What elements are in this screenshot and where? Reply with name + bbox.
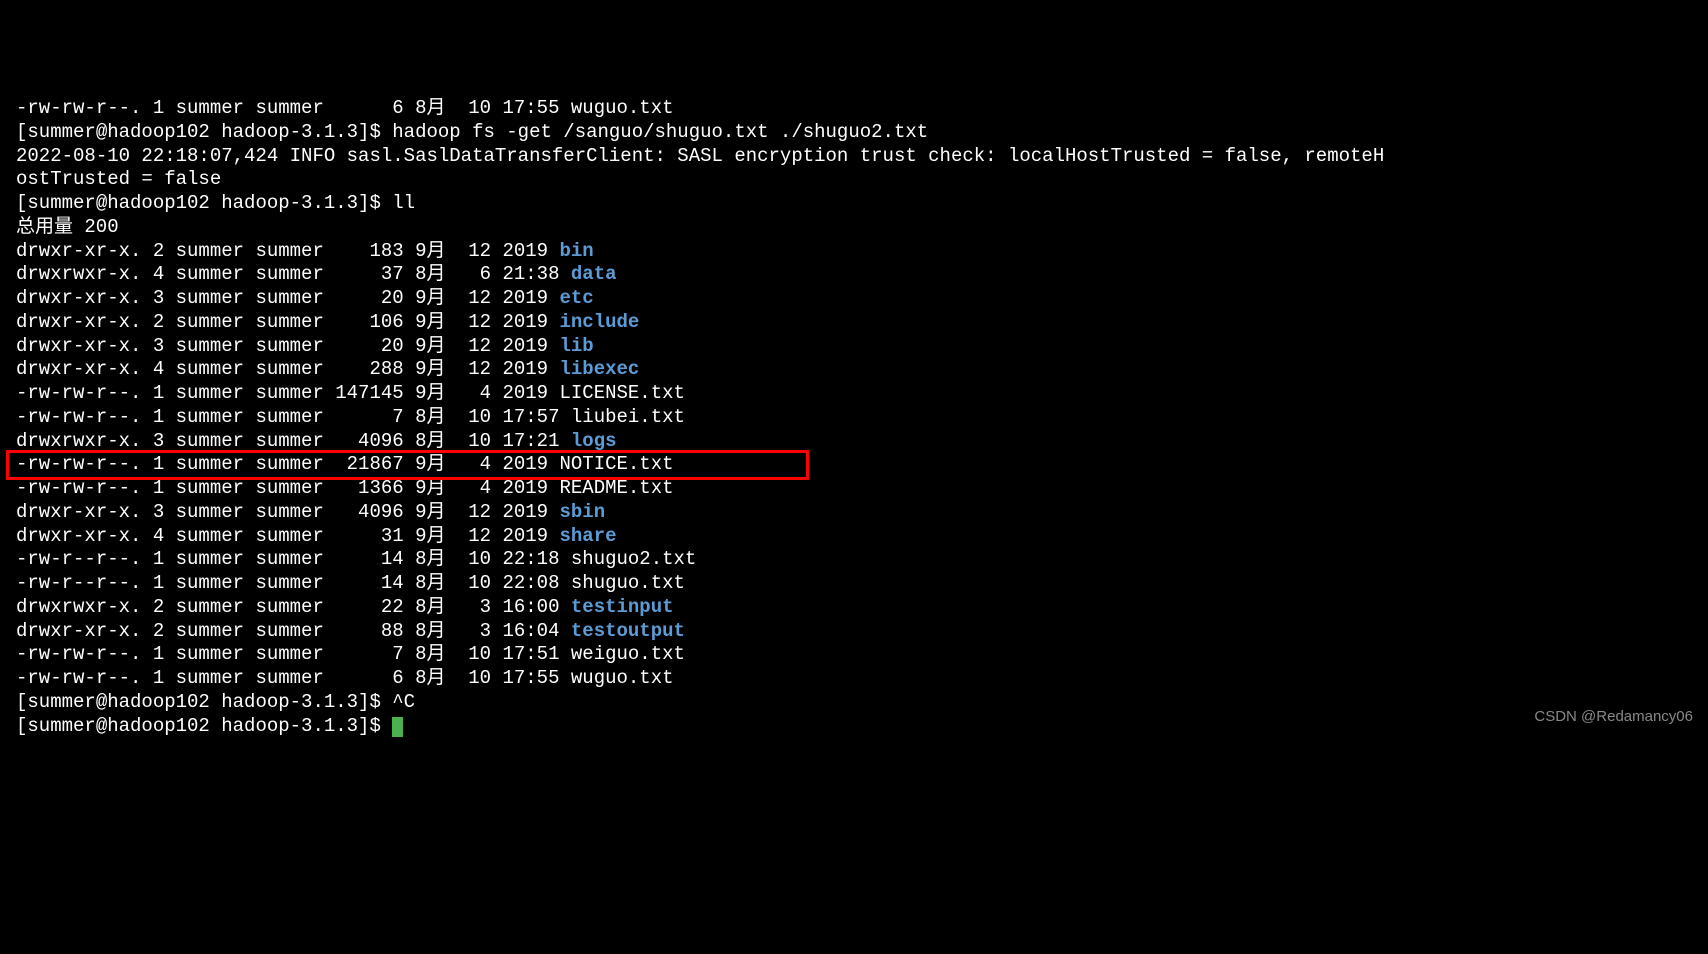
file-meta: drwxrwxr-x. 3 summer summer 4096 8月 10 1… (16, 430, 571, 452)
shell-prompt: [summer@hadoop102 hadoop-3.1.3]$ (16, 715, 392, 737)
directory-name: sbin (560, 501, 606, 523)
directory-name: testoutput (571, 620, 685, 642)
file-meta: drwxr-xr-x. 2 summer summer 183 9月 12 20… (16, 240, 560, 262)
file-meta: drwxr-xr-x. 3 summer summer 4096 9月 12 2… (16, 501, 560, 523)
terminal-line: -rw-rw-r--. 1 summer summer 1366 9月 4 20… (16, 477, 1692, 501)
directory-name: logs (571, 430, 617, 452)
terminal-line: [summer@hadoop102 hadoop-3.1.3]$ hadoop … (16, 121, 1692, 145)
terminal-line: 总用量 200 (16, 216, 1692, 240)
directory-name: include (560, 311, 640, 333)
file-meta: drwxr-xr-x. 4 summer summer 31 9月 12 201… (16, 525, 560, 547)
terminal-line: drwxr-xr-x. 2 summer summer 88 8月 3 16:0… (16, 620, 1692, 644)
terminal-line: -rw-rw-r--. 1 summer summer 6 8月 10 17:5… (16, 667, 1692, 691)
terminal-line: [summer@hadoop102 hadoop-3.1.3]$ (16, 715, 1692, 739)
cursor-icon[interactable] (392, 717, 403, 737)
terminal-line: -rw-rw-r--. 1 summer summer 147145 9月 4 … (16, 382, 1692, 406)
directory-name: bin (560, 240, 594, 262)
file-meta: drwxr-xr-x. 2 summer summer 88 8月 3 16:0… (16, 620, 571, 642)
terminal-line: drwxrwxr-x. 3 summer summer 4096 8月 10 1… (16, 430, 1692, 454)
terminal-line: drwxr-xr-x. 2 summer summer 183 9月 12 20… (16, 240, 1692, 264)
terminal-line: drwxr-xr-x. 4 summer summer 288 9月 12 20… (16, 358, 1692, 382)
terminal-output[interactable]: -rw-rw-r--. 1 summer summer 6 8月 10 17:5… (0, 95, 1708, 740)
terminal-line: drwxr-xr-x. 3 summer summer 20 9月 12 201… (16, 287, 1692, 311)
terminal-line: drwxr-xr-x. 3 summer summer 4096 9月 12 2… (16, 501, 1692, 525)
terminal-line: -rw-rw-r--. 1 summer summer 21867 9月 4 2… (16, 453, 1692, 477)
watermark-text: CSDN @Redamancy06 (1534, 708, 1693, 727)
terminal-line: drwxr-xr-x. 3 summer summer 20 9月 12 201… (16, 335, 1692, 359)
terminal-line: -rw-rw-r--. 1 summer summer 6 8月 10 17:5… (16, 97, 1692, 121)
file-meta: drwxr-xr-x. 4 summer summer 288 9月 12 20… (16, 358, 560, 380)
file-meta: drwxr-xr-x. 3 summer summer 20 9月 12 201… (16, 287, 560, 309)
terminal-line: -rw-rw-r--. 1 summer summer 7 8月 10 17:5… (16, 643, 1692, 667)
terminal-line: drwxrwxr-x. 2 summer summer 22 8月 3 16:0… (16, 596, 1692, 620)
directory-name: libexec (560, 358, 640, 380)
directory-name: etc (560, 287, 594, 309)
terminal-line: [summer@hadoop102 hadoop-3.1.3]$ ll (16, 192, 1692, 216)
terminal-line: drwxr-xr-x. 4 summer summer 31 9月 12 201… (16, 525, 1692, 549)
terminal-line: [summer@hadoop102 hadoop-3.1.3]$ ^C (16, 691, 1692, 715)
terminal-line: 2022-08-10 22:18:07,424 INFO sasl.SaslDa… (16, 145, 1692, 169)
file-meta: drwxr-xr-x. 2 summer summer 106 9月 12 20… (16, 311, 560, 333)
file-meta: drwxrwxr-x. 2 summer summer 22 8月 3 16:0… (16, 596, 571, 618)
terminal-line: -rw-r--r--. 1 summer summer 14 8月 10 22:… (16, 548, 1692, 572)
terminal-line: -rw-rw-r--. 1 summer summer 7 8月 10 17:5… (16, 406, 1692, 430)
directory-name: lib (560, 335, 594, 357)
terminal-line: drwxrwxr-x. 4 summer summer 37 8月 6 21:3… (16, 263, 1692, 287)
directory-name: testinput (571, 596, 674, 618)
directory-name: share (560, 525, 617, 547)
terminal-line: ostTrusted = false (16, 168, 1692, 192)
file-meta: drwxrwxr-x. 4 summer summer 37 8月 6 21:3… (16, 263, 571, 285)
terminal-line: -rw-r--r--. 1 summer summer 14 8月 10 22:… (16, 572, 1692, 596)
directory-name: data (571, 263, 617, 285)
terminal-line: drwxr-xr-x. 2 summer summer 106 9月 12 20… (16, 311, 1692, 335)
file-meta: drwxr-xr-x. 3 summer summer 20 9月 12 201… (16, 335, 560, 357)
